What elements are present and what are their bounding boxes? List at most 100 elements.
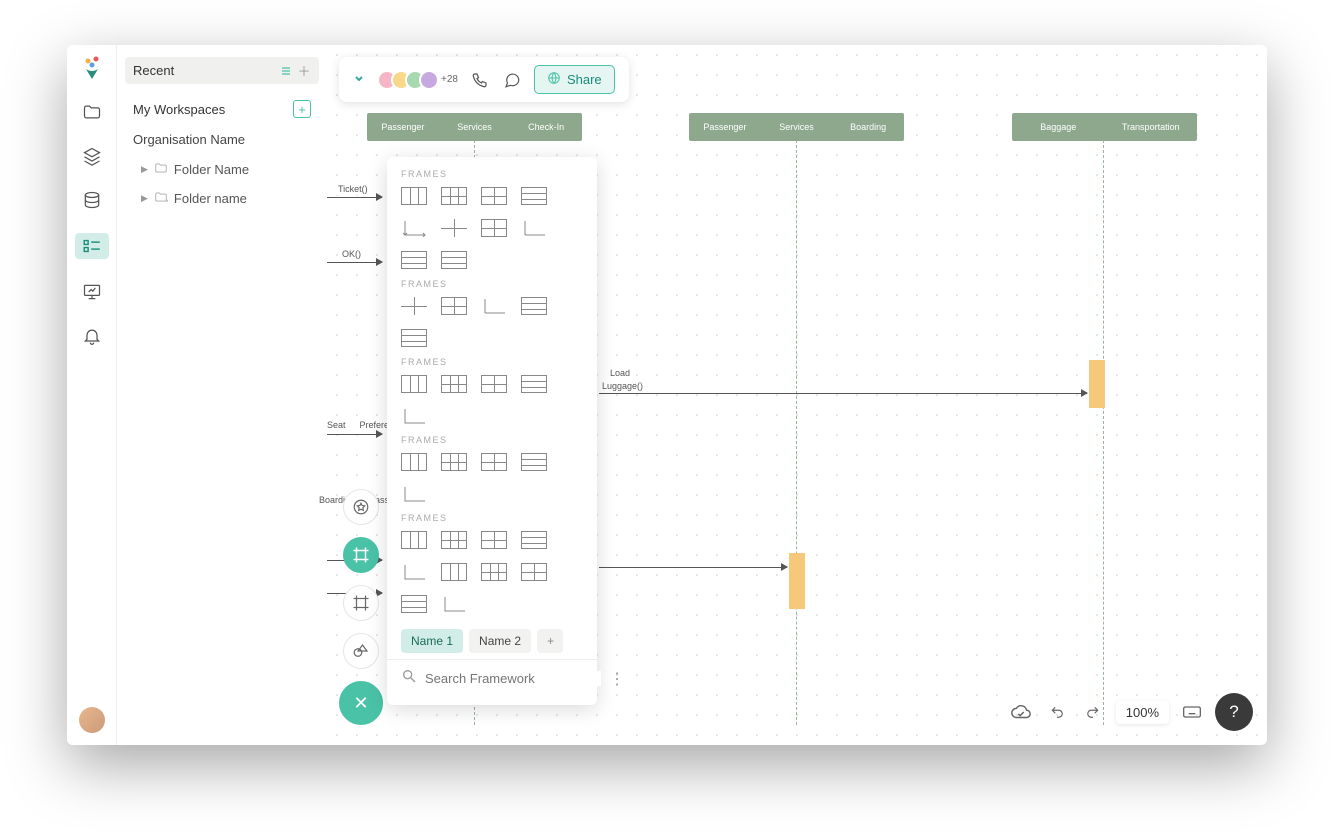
- swimlane-col: Services: [439, 122, 511, 132]
- canvas[interactable]: +28 Share Passenger Services Check-In Pa…: [327, 45, 1267, 745]
- frame-thumb[interactable]: [441, 297, 467, 315]
- frame-thumb[interactable]: [481, 375, 507, 393]
- frame-thumb[interactable]: [401, 187, 427, 205]
- frames-panel: FRAMES FRAMES: [387, 157, 597, 705]
- frame-thumb[interactable]: [481, 219, 507, 237]
- folder-nav-icon[interactable]: [81, 101, 103, 123]
- frame-thumb[interactable]: [401, 407, 427, 425]
- arrow: [599, 567, 787, 568]
- logo-icon: [82, 55, 102, 79]
- star-tool-button[interactable]: [343, 489, 379, 525]
- frame-tool-button[interactable]: [343, 537, 379, 573]
- org-name[interactable]: Organisation Name: [125, 124, 319, 155]
- float-toolbar: ✕: [339, 489, 383, 725]
- swimlane-group-3[interactable]: Baggage Transportation: [1012, 113, 1197, 141]
- frames-section: FRAMES: [387, 357, 597, 435]
- frames-tab[interactable]: Name 2: [469, 629, 531, 653]
- grid-tool-button[interactable]: [343, 585, 379, 621]
- section-title: FRAMES: [401, 357, 583, 367]
- frames-section: FRAMES: [387, 279, 597, 357]
- chevron-down-icon[interactable]: [353, 71, 365, 89]
- frame-thumb[interactable]: [441, 595, 467, 613]
- zoom-level[interactable]: 100%: [1116, 701, 1169, 724]
- frame-thumb[interactable]: [401, 219, 427, 237]
- frames-section: FRAMES: [387, 435, 597, 513]
- frame-thumb[interactable]: [521, 375, 547, 393]
- frames-search-input[interactable]: [425, 671, 601, 686]
- layers-icon[interactable]: [81, 145, 103, 167]
- frame-thumb[interactable]: [441, 453, 467, 471]
- swimlane-group-1[interactable]: Passenger Services Check-In: [367, 113, 582, 141]
- frame-thumb[interactable]: [521, 187, 547, 205]
- frame-thumb[interactable]: [441, 251, 467, 269]
- frame-thumb[interactable]: [401, 375, 427, 393]
- lifeline: [1103, 140, 1104, 725]
- frame-thumb[interactable]: [481, 563, 507, 581]
- share-button[interactable]: Share: [534, 65, 615, 94]
- frame-thumb[interactable]: [401, 329, 427, 347]
- bottom-controls: 100% ?: [1008, 693, 1253, 731]
- cloud-icon[interactable]: [1008, 699, 1034, 725]
- frames-section: FRAMES: [387, 169, 597, 279]
- frame-thumb[interactable]: [481, 531, 507, 549]
- swimlane-col: Baggage: [1012, 122, 1105, 132]
- frame-thumb[interactable]: [521, 531, 547, 549]
- share-label: Share: [567, 72, 602, 87]
- close-tool-button[interactable]: ✕: [339, 681, 383, 725]
- database-icon[interactable]: [81, 189, 103, 211]
- frame-thumb[interactable]: [521, 219, 547, 237]
- more-vertical-icon[interactable]: ⋮: [609, 669, 625, 689]
- section-title: FRAMES: [401, 279, 583, 289]
- frame-thumb[interactable]: [441, 531, 467, 549]
- frames-tab[interactable]: Name 1: [401, 629, 463, 653]
- plus-icon[interactable]: ＋: [297, 64, 311, 78]
- frame-thumb[interactable]: [481, 187, 507, 205]
- icon-rail: [67, 45, 117, 745]
- add-workspace-button[interactable]: +: [293, 100, 311, 118]
- user-avatar[interactable]: [79, 707, 105, 733]
- frame-thumb[interactable]: [481, 453, 507, 471]
- phone-icon[interactable]: [470, 70, 490, 90]
- undo-icon[interactable]: [1044, 699, 1070, 725]
- recent-row[interactable]: Recent ＋: [125, 57, 319, 84]
- recent-label: Recent: [133, 63, 174, 78]
- frame-thumb[interactable]: [401, 531, 427, 549]
- bell-icon[interactable]: [81, 325, 103, 347]
- frame-thumb[interactable]: [441, 187, 467, 205]
- interaction-label: Load: [607, 367, 633, 379]
- frame-thumb[interactable]: [401, 563, 427, 581]
- frame-thumb[interactable]: [401, 453, 427, 471]
- frames-search-row: ⋮: [387, 659, 597, 697]
- frame-thumb[interactable]: [481, 297, 507, 315]
- frame-thumb[interactable]: [441, 563, 467, 581]
- list-icon[interactable]: [75, 233, 109, 259]
- chat-icon[interactable]: [502, 70, 522, 90]
- section-title: FRAMES: [401, 169, 583, 179]
- nav-panel: Recent ＋ My Workspaces + Organisation Na…: [117, 45, 327, 745]
- avatar: [419, 70, 439, 90]
- frame-thumb[interactable]: [401, 595, 427, 613]
- keyboard-icon[interactable]: [1179, 699, 1205, 725]
- top-toolbar: +28 Share: [339, 57, 629, 102]
- frame-thumb[interactable]: [401, 251, 427, 269]
- frame-thumb[interactable]: [521, 563, 547, 581]
- collaborator-avatars[interactable]: +28: [377, 70, 458, 90]
- swimlane-group-2[interactable]: Passenger Services Boarding: [689, 113, 904, 141]
- frame-thumb[interactable]: [401, 485, 427, 503]
- lines-icon[interactable]: [279, 64, 293, 78]
- redo-icon[interactable]: [1080, 699, 1106, 725]
- help-button[interactable]: ?: [1215, 693, 1253, 731]
- presentation-icon[interactable]: [81, 281, 103, 303]
- folder-row[interactable]: ▶ Folder Name: [125, 155, 319, 184]
- frame-thumb[interactable]: [441, 375, 467, 393]
- workspaces-row[interactable]: My Workspaces +: [125, 94, 319, 124]
- folder-row[interactable]: ▶ Folder name: [125, 184, 319, 213]
- globe-icon: [547, 71, 561, 88]
- lifeline: [796, 140, 797, 725]
- frame-thumb[interactable]: [401, 297, 427, 315]
- frames-tab-add[interactable]: +: [537, 629, 563, 653]
- frame-thumb[interactable]: [521, 297, 547, 315]
- frame-thumb[interactable]: [441, 219, 467, 237]
- shapes-tool-button[interactable]: [343, 633, 379, 669]
- frame-thumb[interactable]: [521, 453, 547, 471]
